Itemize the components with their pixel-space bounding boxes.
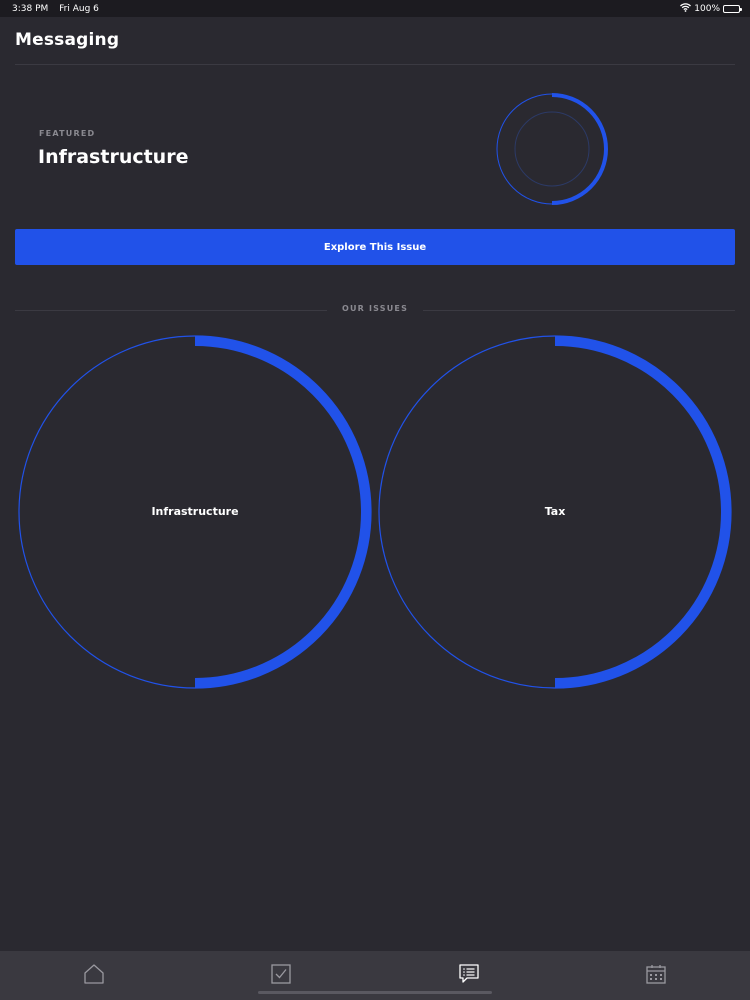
status-right: 100% [680,3,742,15]
section-divider-right [423,310,735,311]
tab-home[interactable] [0,951,188,1000]
explore-issue-button[interactable]: Explore This Issue [15,229,735,265]
issue-card-infrastructure[interactable]: Infrastructure [18,335,372,689]
section-divider-left [15,310,327,311]
featured-ring-inner [514,111,590,187]
status-bar: 3:38 PM Fri Aug 6 100% [0,0,750,17]
message-icon [458,963,480,989]
status-date: Fri Aug 6 [59,4,99,14]
section-title: OUR ISSUES [341,304,409,313]
battery-percent: 100% [694,4,720,14]
home-icon [83,963,105,989]
tab-calendar[interactable] [563,951,750,1000]
header-divider [15,64,735,65]
header: Messaging [0,17,750,65]
page-title: Messaging [15,30,120,50]
featured-progress-arc [551,93,608,205]
checkbox-icon [270,963,292,989]
issue-label: Tax [544,505,566,518]
wifi-icon [680,3,692,15]
featured-label: FEATURED [39,129,96,138]
battery-icon [723,5,742,13]
status-left: 3:38 PM Fri Aug 6 [12,4,107,14]
issue-card-tax[interactable]: Tax [378,335,732,689]
calendar-icon [645,963,667,989]
featured-title: Infrastructure [38,146,189,168]
issue-label: Infrastructure [151,505,239,518]
home-indicator [258,991,492,994]
messaging-screen: 3:38 PM Fri Aug 6 100% Messaging FEATURE… [0,0,750,1000]
status-time: 3:38 PM [12,4,49,14]
featured-progress-ring[interactable] [495,92,609,206]
